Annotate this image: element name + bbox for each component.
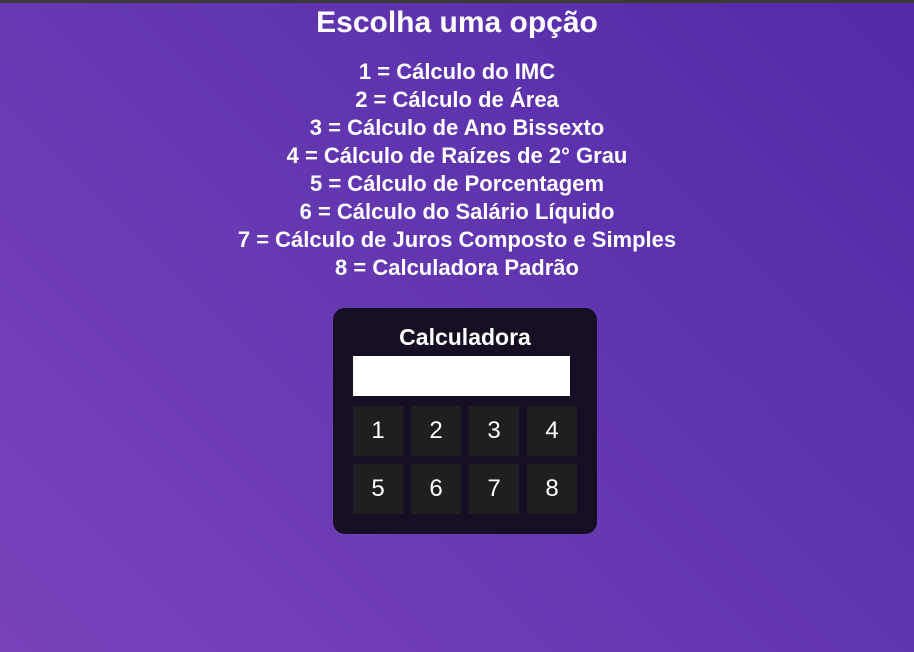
options-list: 1 = Cálculo do IMC 2 = Cálculo de Área 3…: [0, 58, 914, 282]
option-calculadora-padrao: 8 = Calculadora Padrão: [335, 255, 579, 280]
calculator-display-input[interactable]: [353, 356, 570, 396]
window-top-border: [0, 0, 914, 3]
key-6-button[interactable]: 6: [411, 464, 461, 514]
key-1-button[interactable]: 1: [353, 406, 403, 456]
option-salario-liquido: 6 = Cálculo do Salário Líquido: [299, 199, 615, 224]
option-juros: 7 = Cálculo de Juros Composto e Simples: [237, 227, 677, 252]
option-raizes-2-grau: 4 = Cálculo de Raízes de 2° Grau: [286, 143, 628, 168]
key-7-button[interactable]: 7: [469, 464, 519, 514]
option-porcentagem: 5 = Cálculo de Porcentagem: [309, 171, 605, 196]
key-4-button[interactable]: 4: [527, 406, 577, 456]
option-imc: 1 = Cálculo do IMC: [358, 59, 556, 84]
calculator-panel: Calculadora 1 2 3 4 5 6 7 8: [333, 308, 597, 534]
option-ano-bissexto: 3 = Cálculo de Ano Bissexto: [309, 115, 605, 140]
key-8-button[interactable]: 8: [527, 464, 577, 514]
page-title: Escolha uma opção: [316, 6, 598, 39]
key-3-button[interactable]: 3: [469, 406, 519, 456]
option-area: 2 = Cálculo de Área: [355, 87, 559, 112]
key-5-button[interactable]: 5: [353, 464, 403, 514]
calculator-title: Calculadora: [399, 324, 531, 350]
key-2-button[interactable]: 2: [411, 406, 461, 456]
